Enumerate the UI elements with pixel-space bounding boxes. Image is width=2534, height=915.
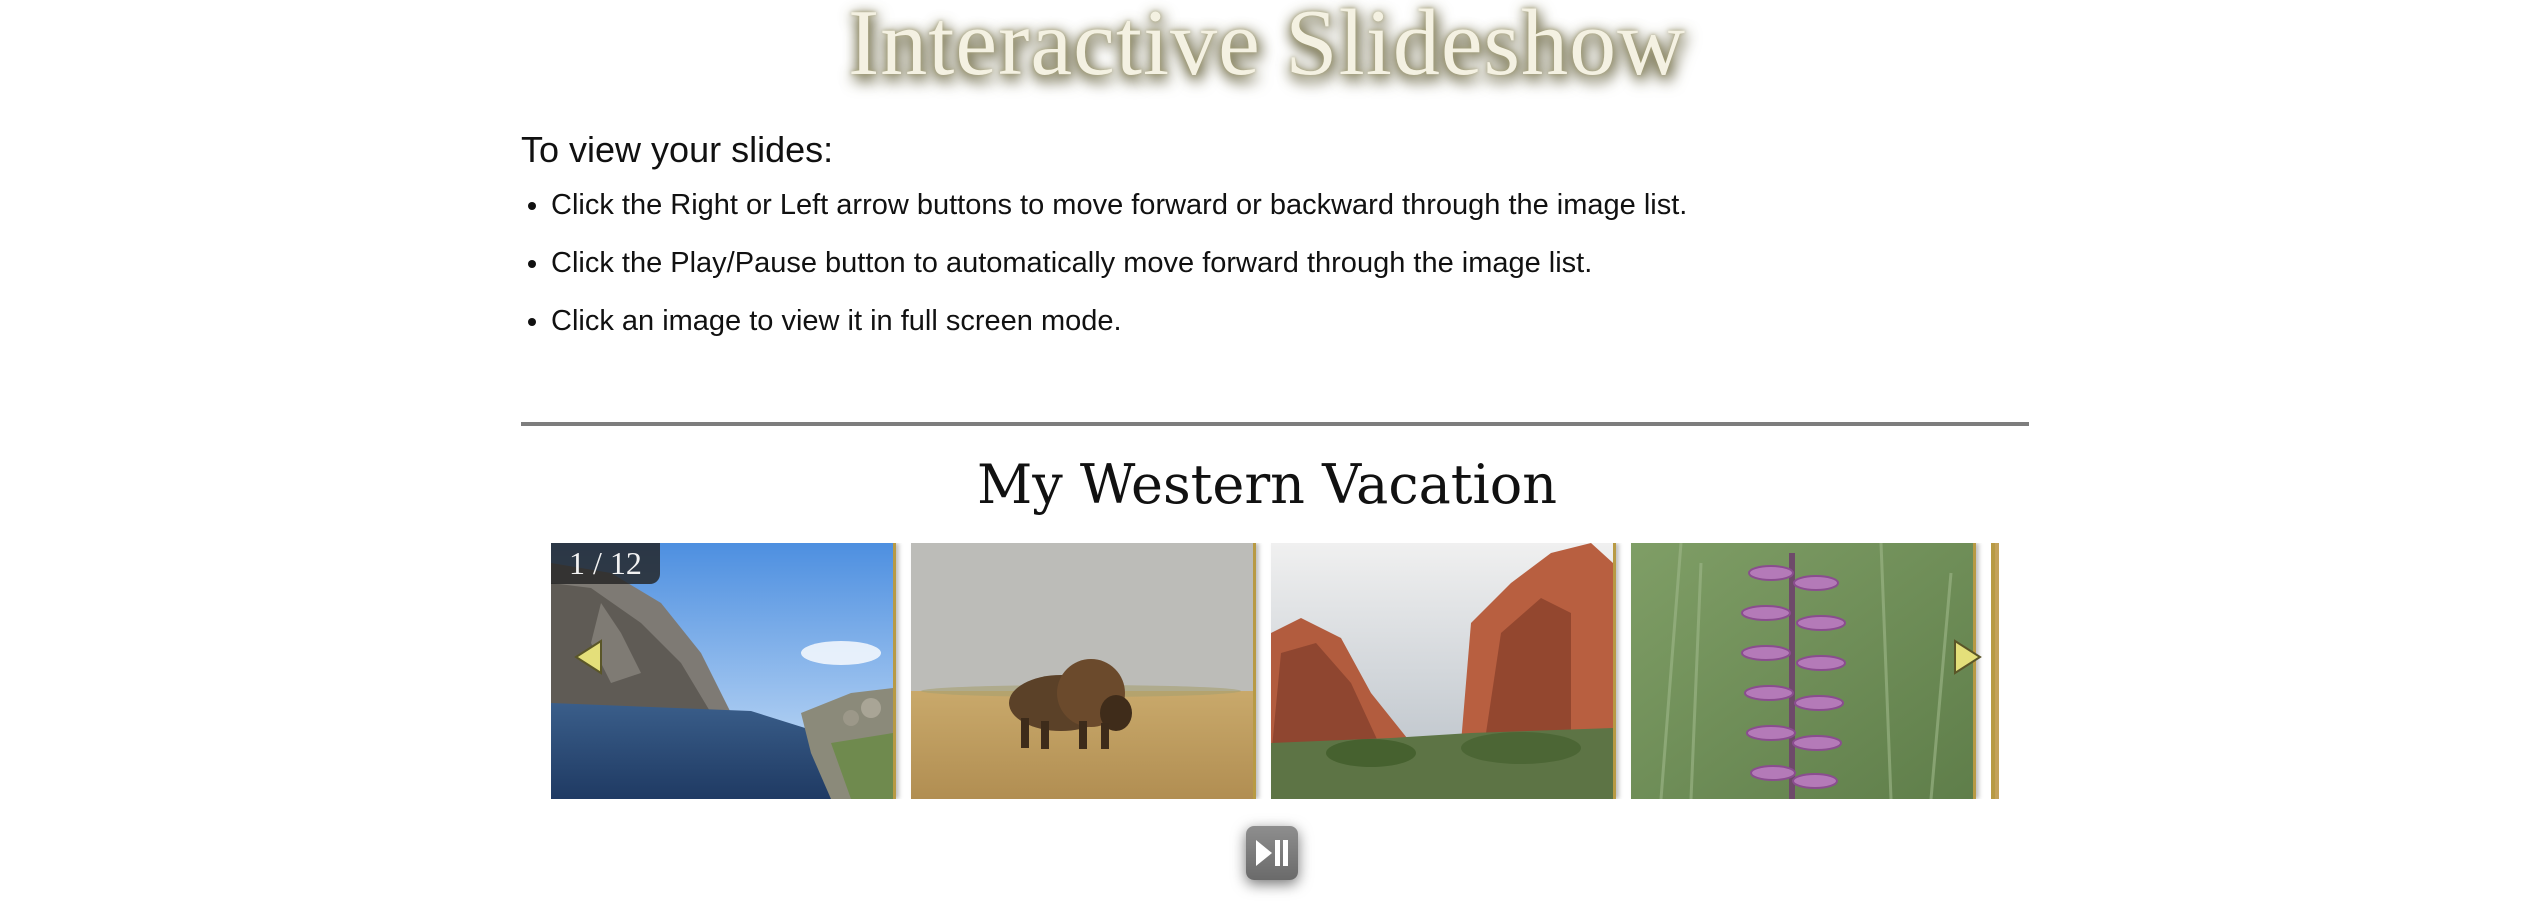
triangle-left-icon bbox=[574, 639, 602, 675]
instructions-panel: To view your slides: Click the Right or … bbox=[521, 130, 2021, 362]
instructions-heading: To view your slides: bbox=[521, 129, 834, 170]
play-pause-button[interactable] bbox=[1246, 826, 1298, 880]
instruction-item: Click the Play/Pause button to automatic… bbox=[551, 246, 2021, 281]
slide-image-bison[interactable] bbox=[911, 543, 1256, 799]
divider bbox=[521, 422, 2029, 426]
instructions-list: Click the Right or Left arrow buttons to… bbox=[521, 188, 2021, 339]
play-pause-icon bbox=[1256, 840, 1288, 866]
instruction-item: Click the Right or Left arrow buttons to… bbox=[551, 188, 2021, 223]
slideshow-title: My Western Vacation bbox=[976, 453, 1558, 516]
page-title: Interactive Slideshow bbox=[847, 0, 1687, 95]
next-slide-button[interactable] bbox=[1946, 637, 1986, 677]
slide-image-wildflower[interactable] bbox=[1631, 543, 1976, 799]
slide-image-partial[interactable] bbox=[1991, 543, 1999, 799]
instruction-item: Click an image to view it in full screen… bbox=[551, 304, 2021, 339]
triangle-right-icon bbox=[1954, 639, 1982, 675]
slide-image-red-rocks[interactable] bbox=[1271, 543, 1616, 799]
previous-slide-button[interactable] bbox=[570, 637, 610, 677]
slide-counter: 1 / 12 bbox=[551, 543, 660, 584]
slide-strip bbox=[551, 543, 1999, 799]
